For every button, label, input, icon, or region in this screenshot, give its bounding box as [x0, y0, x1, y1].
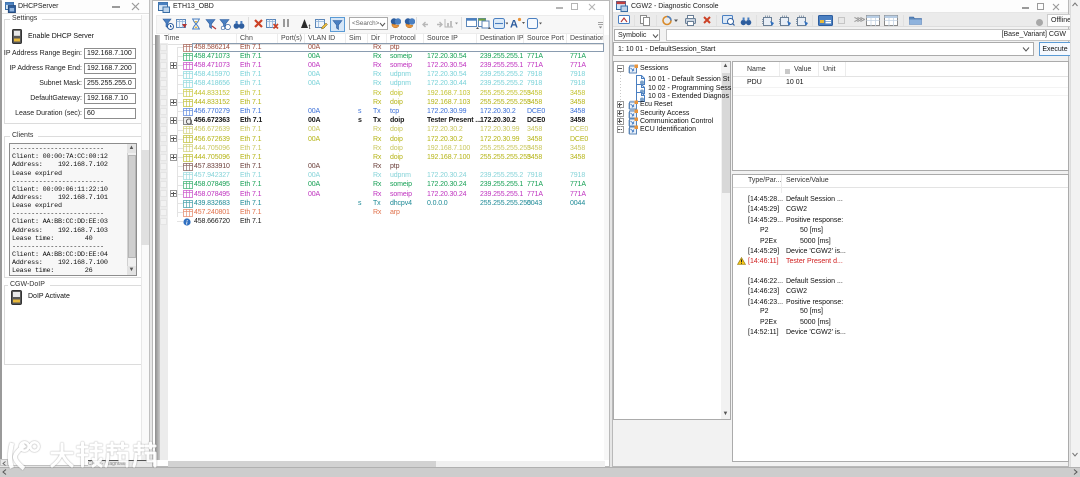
svg-text:A: A: [510, 19, 518, 30]
svg-text:t: t: [309, 24, 311, 30]
